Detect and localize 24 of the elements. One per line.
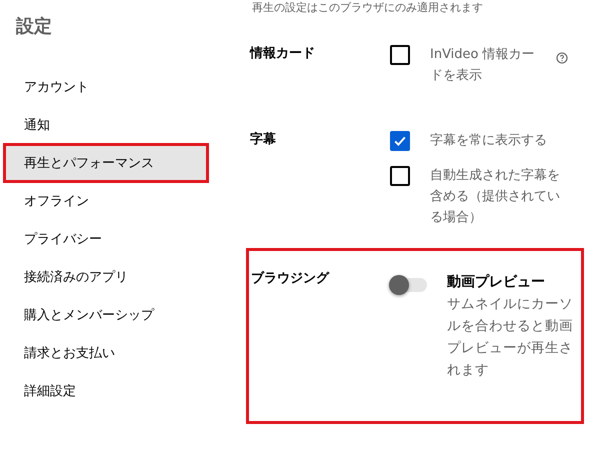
checkbox[interactable] (390, 166, 410, 186)
sidebar-item[interactable]: オフライン (4, 182, 208, 220)
option-label: 自動生成された字幕を含める（提供されている場合） (430, 167, 561, 227)
sidebar-item[interactable]: 再生とパフォーマンス (4, 144, 208, 182)
sidebar-item[interactable]: 通知 (4, 106, 208, 144)
sidebar-item[interactable]: アカウント (4, 68, 208, 106)
option-title: 動画プレビュー (447, 273, 546, 291)
section-label: ブラウジング (251, 270, 330, 288)
sidebar-item[interactable]: 詳細設定 (4, 372, 208, 410)
section-label: 字幕 (250, 130, 277, 149)
sidebar-item[interactable]: 購入とメンバーシップ (4, 296, 208, 334)
sidebar-title: 設定 (14, 15, 53, 39)
sidebar-item[interactable]: プライバシー (4, 220, 208, 258)
checkbox[interactable] (390, 131, 410, 151)
help-icon[interactable] (556, 52, 568, 64)
toggle-switch[interactable] (391, 278, 427, 292)
option-label: 字幕を常に表示する (430, 132, 548, 150)
sidebar-item[interactable]: 請求とお支払い (4, 334, 208, 372)
option-label: InVideo 情報カードを表示 (430, 46, 536, 85)
option-description: サムネイルにカーソルを合わせると動画プレビューが再生されます (447, 295, 573, 380)
section-label: 情報カード (250, 45, 316, 63)
checkbox[interactable] (390, 45, 410, 65)
sidebar-item[interactable]: 接続済みのアプリ (4, 258, 208, 296)
note-text: 再生の設定はこのブラウザにのみ適用されます (251, 0, 484, 16)
